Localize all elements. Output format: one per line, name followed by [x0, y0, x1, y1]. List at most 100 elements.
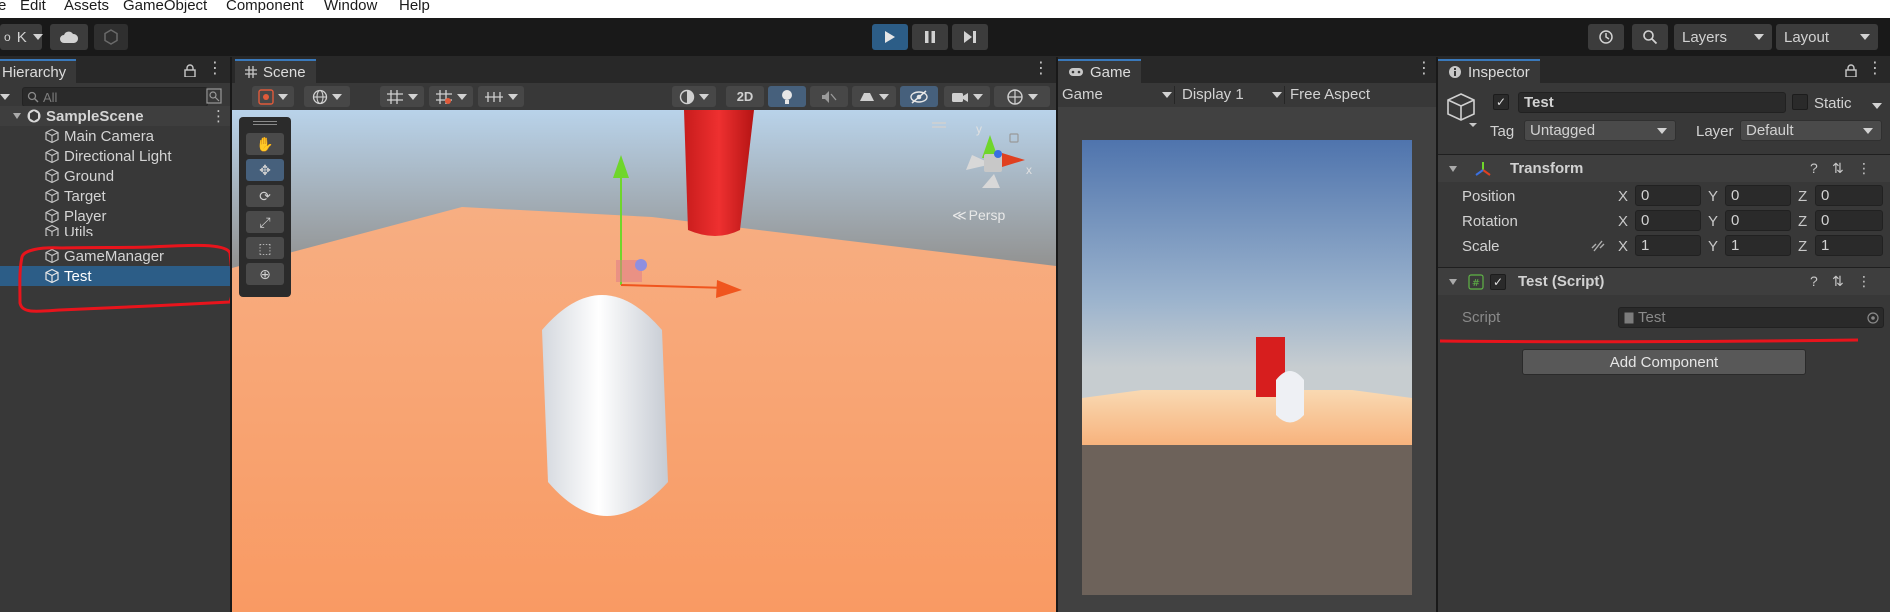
search-icon — [1643, 30, 1658, 45]
chevron-down-icon — [32, 34, 43, 40]
pause-button[interactable] — [912, 24, 948, 50]
cloud-button[interactable] — [50, 24, 88, 50]
shading-sphere-icon — [679, 89, 695, 104]
gizmo-icon — [1007, 88, 1023, 105]
chevron-down-icon — [1860, 34, 1870, 40]
chevron-down-icon — [508, 93, 518, 100]
menu-window[interactable]: Window — [324, 0, 377, 14]
layout-label: Layout — [1784, 28, 1830, 46]
chevron-down-icon — [879, 93, 889, 100]
game-view-area[interactable] — [1058, 107, 1436, 612]
account-dropdown[interactable]: oK — [0, 24, 43, 50]
chevron-down-icon — [1162, 91, 1172, 98]
game-view-dropdown[interactable]: Game — [1062, 86, 1172, 103]
menu-edit[interactable]: Edit — [20, 0, 46, 14]
chevron-down-icon — [1272, 91, 1282, 98]
draw-mode-dropdown[interactable] — [672, 86, 716, 107]
chevron-down-icon — [332, 93, 342, 100]
display-dropdown[interactable]: Display 1 — [1182, 86, 1282, 103]
step-icon — [964, 31, 976, 43]
step-button[interactable] — [952, 24, 988, 50]
scene-tabbar: Scene ⋮ — [232, 57, 1056, 83]
hand-tool-button[interactable]: ✋ — [246, 133, 284, 155]
collab-button[interactable] — [94, 24, 128, 50]
scene-visibility-toggle[interactable] — [900, 86, 938, 107]
game-panel: Game ⋮ Game Display 1 Free Aspect — [1058, 57, 1436, 612]
layers-dropdown[interactable]: Layers — [1674, 24, 1772, 50]
camera-settings-dropdown[interactable] — [944, 86, 990, 107]
add-component-label: Add Component — [1609, 353, 1719, 371]
kebab-menu-icon[interactable]: ⋮ — [1033, 61, 1049, 77]
scale-tool-button[interactable]: ⤢ — [246, 211, 284, 233]
game-view-label: Game — [1062, 86, 1103, 103]
scene-viewport[interactable]: y x ≪ Persp ✋ ✥ ⟳ ⤢ ⬚ ⊕ — [232, 110, 1056, 612]
rect-tool-button[interactable]: ⬚ — [246, 237, 284, 259]
increment-snap-dropdown[interactable] — [478, 86, 524, 107]
play-icon — [885, 31, 895, 43]
transform-tool-button[interactable]: ⊕ — [246, 263, 284, 285]
increment-snap-icon — [485, 91, 503, 102]
menu-assets[interactable]: Assets — [64, 0, 109, 14]
global-local-dropdown[interactable] — [304, 86, 350, 107]
hand-icon: ✋ — [256, 135, 274, 152]
menu-bar: e Edit Assets GameObject Component Windo… — [0, 0, 1890, 18]
rotate-icon: ⟳ — [259, 187, 271, 204]
tab-game[interactable]: Game — [1058, 59, 1141, 83]
search-button[interactable] — [1632, 24, 1668, 50]
chevron-down-icon — [278, 93, 288, 100]
persp-label: Persp — [968, 207, 1006, 223]
tab-scene[interactable]: Scene — [235, 59, 316, 83]
grid-snapping-dropdown[interactable] — [380, 86, 424, 107]
grid-icon — [245, 66, 257, 78]
audio-toggle[interactable] — [810, 86, 848, 107]
rotate-tool-button[interactable]: ⟳ — [246, 185, 284, 207]
aspect-label: Free Aspect — [1290, 86, 1371, 103]
audio-muted-icon — [822, 90, 837, 103]
game-tabbar: Game ⋮ — [1058, 57, 1436, 83]
scale-icon: ⤢ — [259, 213, 271, 230]
divider — [1174, 86, 1175, 104]
add-component-button[interactable]: Add Component — [1522, 349, 1806, 375]
account-initial: K — [16, 28, 27, 46]
grid-visibility-dropdown[interactable] — [429, 86, 473, 107]
display-label: Display 1 — [1182, 86, 1244, 103]
menu-component[interactable]: Component — [226, 0, 304, 14]
gizmos-dropdown[interactable] — [994, 86, 1050, 107]
chevron-down-icon — [699, 93, 709, 100]
effects-icon — [860, 92, 874, 101]
inspector-panel: Inspector ⋮ ✓ Test Static Tag Untagged L… — [1438, 57, 1890, 612]
chevron-down-icon — [1028, 93, 1038, 100]
red-annotation-underline — [1439, 338, 1859, 344]
lighting-toggle[interactable] — [768, 86, 806, 107]
history-icon — [1599, 30, 1613, 44]
layout-dropdown[interactable]: Layout — [1776, 24, 1878, 50]
2d-toggle[interactable]: 2D — [726, 86, 764, 107]
main-toolbar: oK Layers Layout — [0, 18, 1890, 56]
scene-tools-overlay: ✋ ✥ ⟳ ⤢ ⬚ ⊕ — [239, 117, 291, 297]
menu-file[interactable]: e — [0, 0, 6, 14]
aspect-dropdown[interactable]: Free Aspect — [1282, 86, 1432, 103]
undo-history-button[interactable] — [1588, 24, 1624, 50]
menu-help[interactable]: Help — [399, 0, 430, 14]
projection-toggle[interactable]: ≪ Persp — [952, 207, 1005, 224]
scene-3d-render — [232, 110, 1056, 612]
globe-icon — [312, 89, 328, 104]
drag-handle-icon[interactable] — [253, 121, 277, 125]
red-annotation-circle — [18, 243, 230, 313]
tool-handle-dropdown[interactable] — [252, 86, 294, 107]
kebab-menu-icon[interactable]: ⋮ — [1416, 61, 1432, 77]
persp-arrow-icon: ≪ — [952, 207, 967, 223]
2d-label: 2D — [736, 89, 754, 104]
camera-icon — [952, 92, 968, 102]
scene-toolbar: 2D — [232, 83, 1056, 109]
gizmo-y-label: y — [976, 122, 982, 136]
move-tool-button[interactable]: ✥ — [246, 159, 284, 181]
effects-dropdown[interactable] — [852, 86, 896, 107]
layers-label: Layers — [1682, 28, 1728, 46]
eye-hidden-icon — [910, 89, 928, 104]
play-button[interactable] — [872, 24, 908, 50]
grid-toggle-icon — [436, 89, 452, 104]
chevron-down-icon — [457, 93, 467, 100]
menu-gameobject[interactable]: GameObject — [123, 0, 207, 14]
pivot-icon — [258, 88, 274, 105]
